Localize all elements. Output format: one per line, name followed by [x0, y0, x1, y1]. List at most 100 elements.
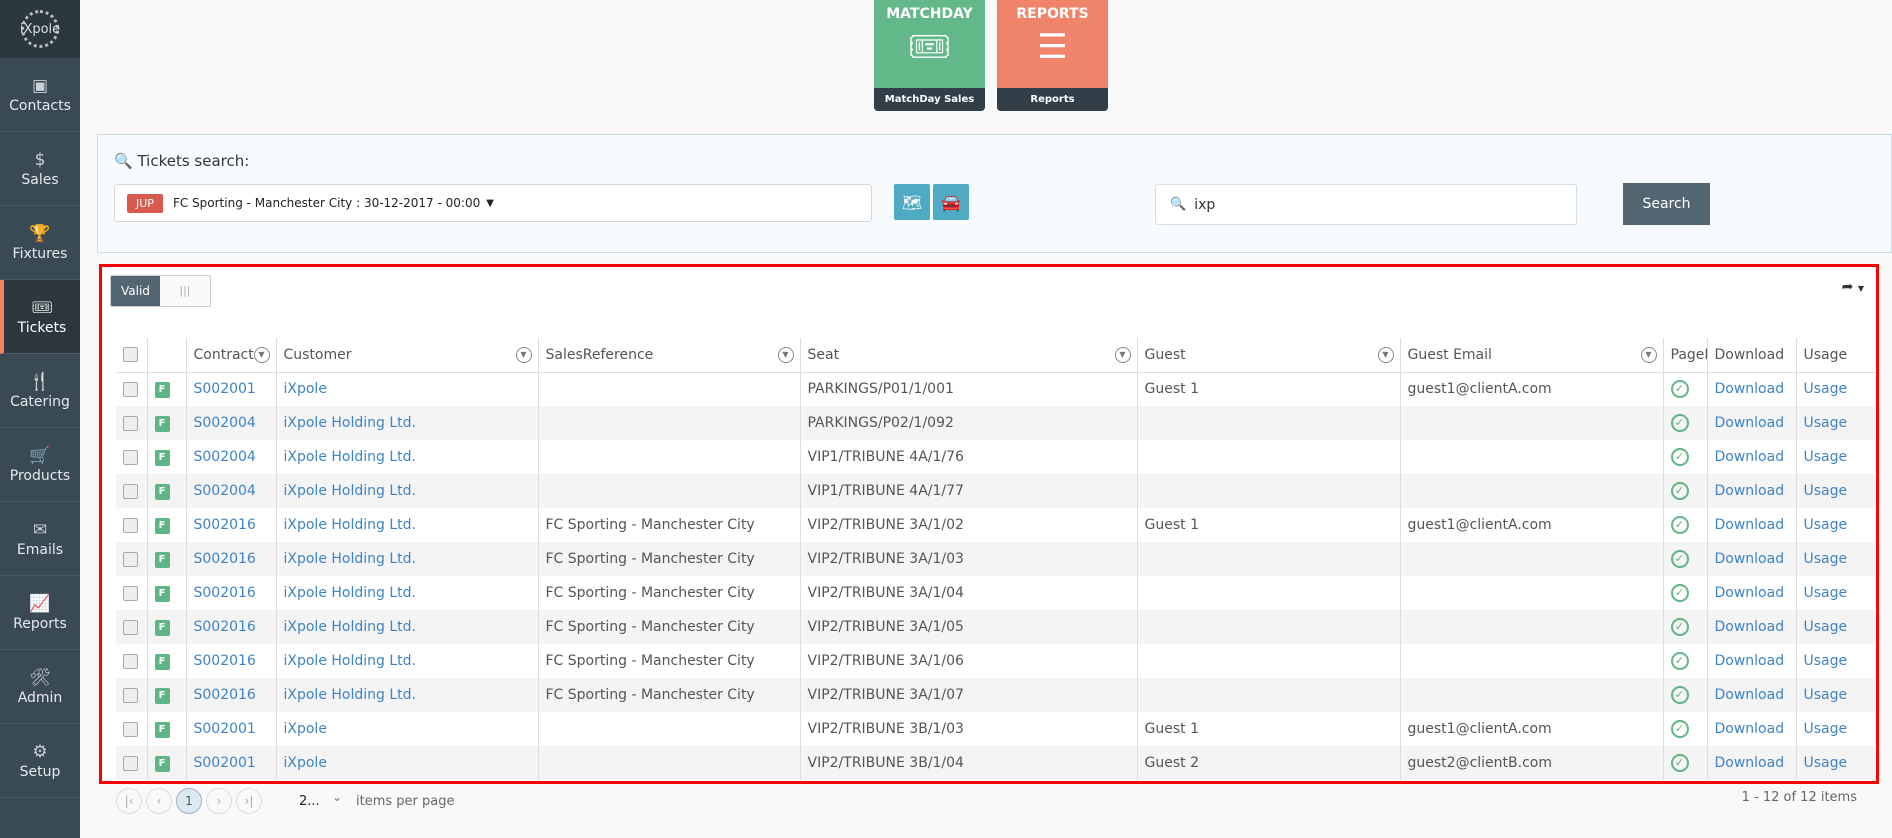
- usage-link[interactable]: Usage: [1804, 585, 1848, 601]
- row-checkbox[interactable]: [123, 687, 138, 703]
- usage-link[interactable]: Usage: [1804, 415, 1848, 431]
- sidebar-item-fixtures[interactable]: 🏆 Fixtures: [0, 206, 80, 280]
- logo[interactable]: iXpole: [0, 0, 80, 58]
- filter-icon[interactable]: ▼: [777, 347, 794, 363]
- download-link[interactable]: Download: [1715, 517, 1785, 533]
- sidebar-item-catering[interactable]: 🍴 Catering: [0, 354, 80, 428]
- column-header-pagef[interactable]: PageF: [1662, 338, 1707, 373]
- valid-toggle[interactable]: Valid |||: [110, 275, 211, 307]
- chevron-down-icon[interactable]: ⌄: [332, 790, 342, 804]
- column-header-customer[interactable]: Customer ▼: [275, 338, 538, 373]
- last-page-button[interactable]: ›|: [236, 788, 262, 814]
- row-checkbox[interactable]: [123, 585, 138, 601]
- contract-link[interactable]: S002001: [194, 721, 256, 737]
- customer-link[interactable]: iXpole: [284, 755, 327, 771]
- contract-link[interactable]: S002016: [194, 653, 256, 669]
- contract-link[interactable]: S002004: [194, 483, 256, 499]
- contract-link[interactable]: S002016: [194, 585, 256, 601]
- column-header-salesreference[interactable]: SalesReference ▼: [537, 338, 800, 373]
- toggle-valid[interactable]: Valid: [111, 276, 160, 306]
- row-checkbox[interactable]: [123, 381, 138, 397]
- customer-link[interactable]: iXpole Holding Ltd.: [284, 653, 416, 669]
- download-link[interactable]: Download: [1715, 687, 1785, 703]
- usage-link[interactable]: Usage: [1804, 483, 1848, 499]
- row-checkbox[interactable]: [123, 483, 138, 499]
- sidebar-item-reports[interactable]: 📈 Reports: [0, 576, 80, 650]
- usage-link[interactable]: Usage: [1804, 517, 1848, 533]
- customer-link[interactable]: iXpole Holding Ltd.: [284, 619, 416, 635]
- column-header-usage[interactable]: Usage: [1795, 338, 1875, 373]
- search-field[interactable]: 🔍: [1155, 184, 1577, 225]
- contract-link[interactable]: S002016: [194, 687, 256, 703]
- row-checkbox[interactable]: [123, 653, 138, 669]
- usage-link[interactable]: Usage: [1804, 755, 1848, 771]
- map-button[interactable]: 🗺: [894, 184, 930, 220]
- export-button[interactable]: ➦ ▼: [1842, 279, 1864, 295]
- filter-icon[interactable]: ▼: [515, 347, 532, 363]
- column-header-download[interactable]: Download: [1706, 338, 1796, 373]
- toggle-other[interactable]: |||: [159, 276, 210, 306]
- customer-link[interactable]: iXpole Holding Ltd.: [284, 585, 416, 601]
- row-checkbox[interactable]: [123, 619, 138, 635]
- usage-link[interactable]: Usage: [1804, 687, 1848, 703]
- row-checkbox[interactable]: [123, 551, 138, 567]
- sidebar-item-admin[interactable]: 🛠 Admin: [0, 650, 80, 724]
- contract-link[interactable]: S002001: [194, 381, 256, 397]
- page-size-select[interactable]: 2...: [299, 794, 320, 809]
- customer-link[interactable]: iXpole Holding Ltd.: [284, 517, 416, 533]
- usage-link[interactable]: Usage: [1804, 619, 1848, 635]
- download-link[interactable]: Download: [1715, 415, 1785, 431]
- column-header-contract[interactable]: Contract ▼: [185, 338, 276, 373]
- tile-reports[interactable]: REPORTS ☰ Reports: [997, 0, 1108, 111]
- page-1-button[interactable]: 1: [176, 788, 202, 814]
- row-checkbox[interactable]: [123, 449, 138, 465]
- customer-link[interactable]: iXpole Holding Ltd.: [284, 551, 416, 567]
- contract-link[interactable]: S002001: [194, 755, 256, 771]
- download-link[interactable]: Download: [1715, 381, 1785, 397]
- sidebar-item-contacts[interactable]: ▣ Contacts: [0, 58, 80, 132]
- download-link[interactable]: Download: [1715, 483, 1785, 499]
- filter-icon[interactable]: ▼: [253, 347, 270, 363]
- customer-link[interactable]: iXpole: [284, 381, 327, 397]
- first-page-button[interactable]: |‹: [116, 788, 142, 814]
- row-checkbox[interactable]: [123, 517, 138, 533]
- download-link[interactable]: Download: [1715, 653, 1785, 669]
- search-button[interactable]: Search: [1623, 183, 1710, 225]
- event-select[interactable]: JUP FC Sporting - Manchester City : 30-1…: [114, 184, 872, 222]
- prev-page-button[interactable]: ‹: [146, 788, 172, 814]
- contract-link[interactable]: S002016: [194, 551, 256, 567]
- download-link[interactable]: Download: [1715, 449, 1785, 465]
- filter-icon[interactable]: ▼: [1114, 347, 1131, 363]
- row-checkbox[interactable]: [123, 755, 138, 771]
- sidebar-item-tickets[interactable]: 🎟 Tickets: [0, 280, 80, 354]
- download-link[interactable]: Download: [1715, 585, 1785, 601]
- usage-link[interactable]: Usage: [1804, 551, 1848, 567]
- filter-icon[interactable]: ▼: [1377, 347, 1394, 363]
- download-link[interactable]: Download: [1715, 721, 1785, 737]
- customer-link[interactable]: iXpole Holding Ltd.: [284, 687, 416, 703]
- column-header-guest-email[interactable]: Guest Email ▼: [1399, 338, 1663, 373]
- contract-link[interactable]: S002016: [194, 619, 256, 635]
- usage-link[interactable]: Usage: [1804, 381, 1848, 397]
- column-header-guest[interactable]: Guest ▼: [1136, 338, 1400, 373]
- car-button[interactable]: 🚘: [933, 184, 969, 220]
- sidebar-item-setup[interactable]: ⚙ Setup: [0, 724, 80, 798]
- contract-link[interactable]: S002016: [194, 517, 256, 533]
- download-link[interactable]: Download: [1715, 619, 1785, 635]
- sidebar-item-products[interactable]: 🛒 Products: [0, 428, 80, 502]
- filter-icon[interactable]: ▼: [1640, 347, 1657, 363]
- usage-link[interactable]: Usage: [1804, 653, 1848, 669]
- customer-link[interactable]: iXpole Holding Ltd.: [284, 449, 416, 465]
- download-link[interactable]: Download: [1715, 755, 1785, 771]
- sidebar-item-sales[interactable]: $ Sales: [0, 132, 80, 206]
- column-header-seat[interactable]: Seat ▼: [799, 338, 1137, 373]
- contract-link[interactable]: S002004: [194, 415, 256, 431]
- customer-link[interactable]: iXpole Holding Ltd.: [284, 483, 416, 499]
- next-page-button[interactable]: ›: [206, 788, 232, 814]
- sidebar-item-emails[interactable]: ✉ Emails: [0, 502, 80, 576]
- row-checkbox[interactable]: [123, 415, 138, 431]
- download-link[interactable]: Download: [1715, 551, 1785, 567]
- row-checkbox[interactable]: [123, 721, 138, 737]
- usage-link[interactable]: Usage: [1804, 721, 1848, 737]
- tile-matchday[interactable]: MATCHDAY 🎟 MatchDay Sales: [874, 0, 985, 111]
